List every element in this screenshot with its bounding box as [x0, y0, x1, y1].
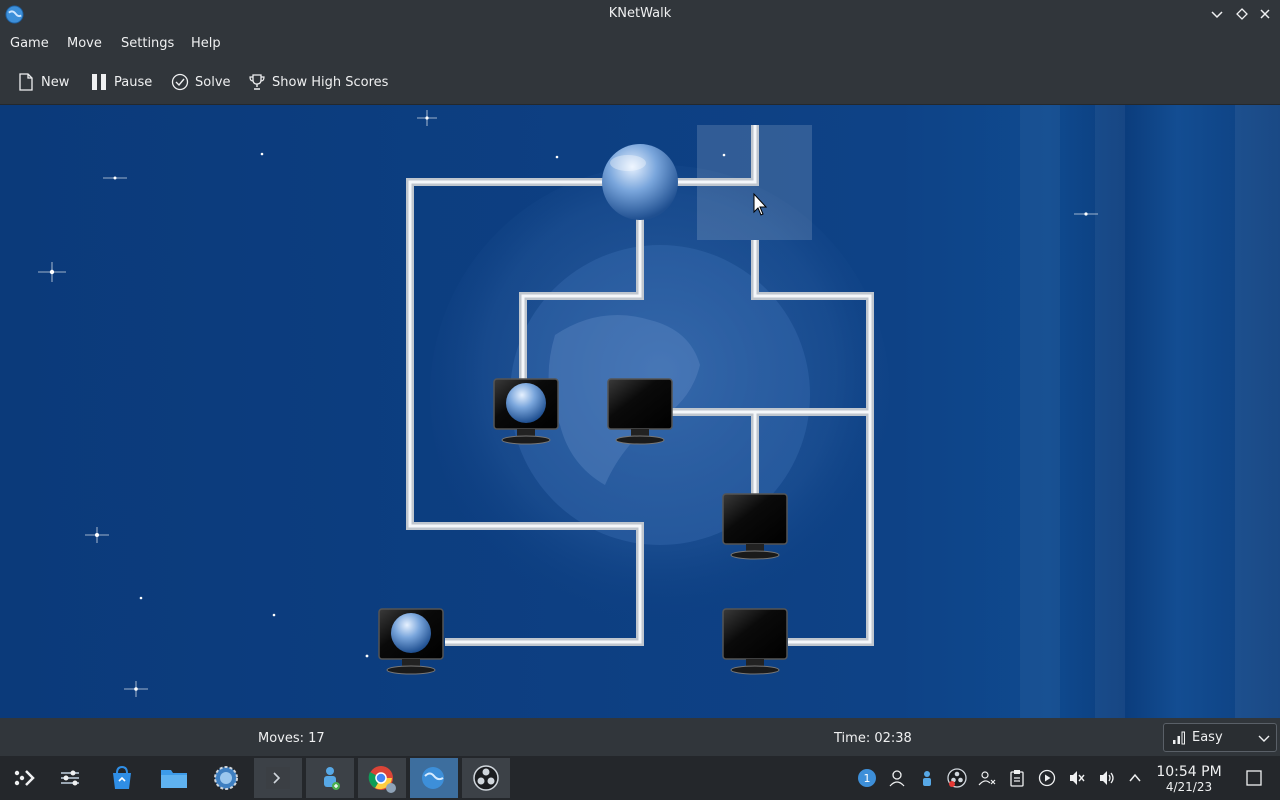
close-button[interactable] [1254, 4, 1276, 24]
time-counter: Time: 02:38 [834, 731, 912, 746]
tray-microphone-muted[interactable] [1067, 768, 1087, 788]
user-switch-icon [978, 771, 996, 786]
signal-bars-icon [1173, 731, 1185, 744]
konsole-icon [266, 767, 290, 789]
show-desktop-icon [1246, 770, 1262, 786]
pause-label: Pause [114, 74, 153, 90]
difficulty-value: Easy [1192, 730, 1223, 745]
trophy-icon [249, 74, 265, 90]
tray-user-manager[interactable] [917, 768, 937, 788]
knetwalk-task[interactable] [410, 758, 458, 798]
pause-icon [92, 74, 106, 90]
speaker-muted-icon [1070, 771, 1085, 785]
discover-icon [113, 765, 131, 789]
obs-icon [473, 765, 499, 791]
system-settings-launcher[interactable] [46, 758, 94, 798]
network-board [38, 105, 1280, 718]
light-streak [1235, 105, 1280, 718]
server-node[interactable] [602, 144, 678, 220]
show-high-scores-label: Show High Scores [272, 74, 389, 90]
clock-date[interactable]: 4/21/23 [1152, 780, 1226, 794]
monitor-connected-2[interactable] [378, 608, 444, 675]
server-node-shine [610, 155, 646, 171]
notification-badge-icon: 1 [858, 769, 876, 787]
menu-bar: Game Move Settings Help [0, 29, 1280, 59]
tray-user[interactable] [887, 768, 907, 788]
chevron-down-icon [1211, 11, 1223, 19]
chevron-up-icon [1129, 773, 1141, 782]
taskbar: 1 10:54 PM 4/21/23 [0, 756, 1280, 800]
obs-task[interactable] [462, 758, 510, 798]
tray-media-player[interactable] [1037, 768, 1057, 788]
difficulty-select[interactable]: Easy [1163, 723, 1277, 752]
tray-notification-count[interactable]: 1 [857, 768, 877, 788]
obs-tray-icon [947, 768, 967, 788]
maximize-button[interactable] [1231, 4, 1253, 24]
chrome-task[interactable] [358, 758, 406, 798]
tray-user-switch[interactable] [977, 768, 997, 788]
menu-move[interactable]: Move [67, 36, 102, 51]
chevron-down-icon [1258, 735, 1270, 742]
window-title: KNetWalk [608, 6, 672, 21]
new-label: New [41, 74, 70, 90]
steam-icon [214, 766, 238, 790]
title-bar: KNetWalk [0, 0, 1280, 29]
play-circle-icon [1038, 769, 1056, 787]
solve-label: Solve [195, 74, 231, 90]
user-manager-tray-icon [923, 771, 931, 786]
user-manager-icon [324, 767, 340, 790]
discover-launcher[interactable] [98, 758, 146, 798]
status-bar: Moves: 17 Time: 02:38 [0, 718, 1280, 756]
show-desktop-button[interactable] [1244, 768, 1264, 788]
clock-time[interactable]: 10:54 PM [1152, 764, 1226, 780]
new-button[interactable]: New [17, 69, 69, 95]
menu-game[interactable]: Game [10, 36, 49, 51]
checkmark-circle-icon [171, 73, 189, 91]
tray-volume[interactable] [1097, 768, 1117, 788]
diamond-icon [1236, 8, 1248, 20]
volume-icon [1100, 771, 1114, 785]
minimize-button[interactable] [1206, 4, 1228, 24]
light-streak [1095, 105, 1125, 718]
menu-help[interactable]: Help [191, 36, 221, 51]
menu-settings[interactable]: Settings [121, 36, 174, 51]
system-settings-icon [61, 770, 79, 786]
chrome-icon [368, 766, 396, 793]
toolbar: New Pause Solve Show High Scores [0, 59, 1280, 105]
steam-settings-launcher[interactable] [202, 758, 250, 798]
tray-expand[interactable] [1125, 768, 1145, 788]
file-manager-launcher[interactable] [150, 758, 198, 798]
close-icon [1260, 9, 1270, 19]
game-board[interactable] [0, 105, 1280, 718]
app-launcher-icon [14, 770, 35, 786]
svg-text:1: 1 [864, 772, 871, 785]
knetwalk-icon [422, 767, 444, 789]
monitor-disconnected-3[interactable] [722, 608, 788, 675]
new-document-icon [19, 73, 33, 91]
clipboard-icon [1010, 770, 1024, 787]
konsole-task[interactable] [254, 758, 302, 798]
user-manager-task[interactable] [306, 758, 354, 798]
moves-counter: Moves: 17 [258, 731, 325, 746]
pause-button[interactable]: Pause [90, 69, 152, 95]
solve-button[interactable]: Solve [171, 69, 231, 95]
tray-clipboard[interactable] [1007, 768, 1027, 788]
file-manager-icon [161, 770, 187, 788]
user-icon [889, 770, 905, 787]
light-streak [1020, 105, 1060, 718]
app-launcher-button[interactable] [0, 758, 48, 798]
show-high-scores-button[interactable]: Show High Scores [248, 69, 388, 95]
tray-obs[interactable] [947, 768, 967, 788]
